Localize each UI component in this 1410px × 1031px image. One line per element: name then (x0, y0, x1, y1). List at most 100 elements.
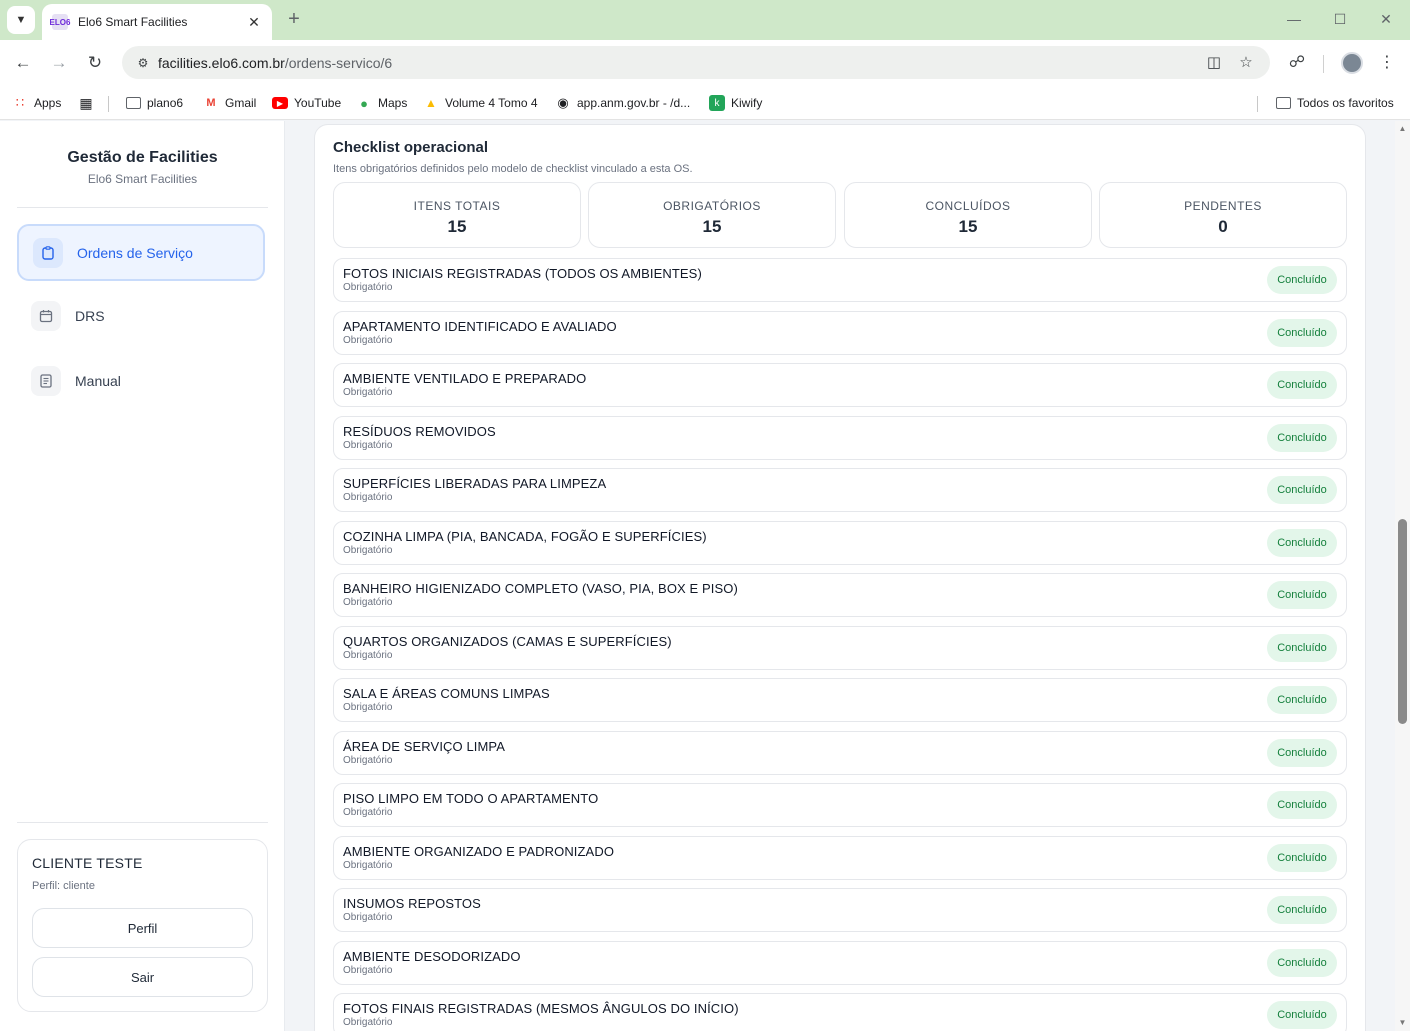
checklist-item: INSUMOS REPOSTOS Obrigatório Concluído (333, 888, 1347, 932)
checklist-item: BANHEIRO HIGIENIZADO COMPLETO (VASO, PIA… (333, 573, 1347, 617)
bookmark-gmail[interactable]: M Gmail (203, 93, 256, 113)
sidebar-item-manual[interactable]: Manual (17, 352, 265, 409)
back-arrow-icon[interactable]: ← (11, 51, 35, 75)
youtube-icon: ▶ (272, 97, 288, 109)
kiwify-icon: k (709, 95, 725, 111)
bookmark-volume4[interactable]: ▲ Volume 4 Tomo 4 (423, 93, 538, 113)
bookmark-star-icon[interactable]: ☆ (1236, 53, 1256, 73)
tab-groups-button[interactable]: ▦ (78, 93, 100, 113)
checklist-item: AMBIENTE VENTILADO E PREPARADO Obrigatór… (333, 363, 1347, 407)
status-badge: Concluído (1267, 581, 1337, 609)
tab-search-button[interactable]: ▼ (7, 6, 35, 34)
checklist-item: AMBIENTE DESODORIZADO Obrigatório Conclu… (333, 941, 1347, 985)
checklist-item-subtitle: Obrigatório (343, 860, 393, 871)
page-scrollbar[interactable]: ▲ ▼ (1395, 121, 1410, 1031)
stat-value: 15 (447, 217, 467, 236)
checklist-item-subtitle: Obrigatório (343, 282, 393, 293)
checklist-item-title: SALA E ÁREAS COMUNS LIMPAS (343, 686, 550, 701)
bookmark-label: Gmail (225, 96, 257, 110)
status-badge: Concluído (1267, 686, 1337, 714)
browser-toolbar: ← → ↻ ⚙ facilities.elo6.com.br/ordens-se… (0, 40, 1410, 86)
sidebar-item-label: DRS (75, 307, 105, 324)
calendar-icon (31, 300, 61, 331)
page: Gestão de Facilities Elo6 Smart Faciliti… (0, 121, 1410, 1031)
bookmarks-divider (1257, 96, 1258, 112)
bookmark-label: Kiwify (731, 96, 763, 110)
checklist-item: SUPERFÍCIES LIBERADAS PARA LIMPEZA Obrig… (333, 468, 1347, 512)
status-badge: Concluído (1267, 266, 1337, 294)
bookmark-anm[interactable]: ◉ app.anm.gov.br - /d... (555, 93, 690, 113)
install-app-icon[interactable]: ◫ (1204, 53, 1224, 73)
bookmark-label: Maps (378, 96, 408, 110)
checklist-item: SALA E ÁREAS COMUNS LIMPAS Obrigatório C… (333, 678, 1347, 722)
maximize-icon[interactable]: ☐ (1330, 9, 1350, 29)
checklist-item-title: INSUMOS REPOSTOS (343, 896, 481, 911)
checklist-item-subtitle: Obrigatório (343, 545, 393, 556)
user-card: CLIENTE TESTE Perfil: cliente Perfil Sai… (17, 839, 268, 1012)
checklist-title: Checklist operacional (333, 139, 489, 156)
profile-button[interactable]: Perfil (32, 908, 253, 948)
checklist-item-subtitle: Obrigatório (343, 807, 393, 818)
checklist-item-title: QUARTOS ORGANIZADOS (CAMAS E SUPERFÍCIES… (343, 634, 672, 649)
scroll-up-icon[interactable]: ▲ (1395, 123, 1410, 135)
bookmark-apps[interactable]: ∷ Apps (12, 93, 62, 113)
url-host: facilities.elo6.com.br (158, 54, 285, 71)
sidebar-divider (17, 822, 268, 823)
browser-tab[interactable]: ELO6 Elo6 Smart Facilities ✕ (42, 4, 272, 40)
checklist-item: APARTAMENTO IDENTIFICADO E AVALIADO Obri… (333, 311, 1347, 355)
site-info-icon[interactable]: ⚙ (134, 54, 152, 72)
bookmark-label: app.anm.gov.br - /d... (577, 96, 691, 110)
drive-icon: ▲ (425, 96, 437, 110)
sidebar-item-label: Manual (75, 372, 121, 389)
close-icon[interactable]: ✕ (246, 14, 262, 31)
sidebar-item-ordens-de-servico[interactable]: Ordens de Serviço (17, 224, 265, 281)
logout-button[interactable]: Sair (32, 957, 253, 997)
bookmark-label: Apps (34, 96, 62, 110)
stat-obrigatorios: OBRIGATÓRIOS 15 (588, 182, 836, 248)
chevron-down-icon: ▼ (15, 14, 27, 26)
bookmark-label: YouTube (294, 96, 342, 110)
status-badge: Concluído (1267, 1001, 1337, 1029)
scrollbar-thumb[interactable] (1398, 519, 1407, 724)
scroll-down-icon[interactable]: ▼ (1395, 1017, 1410, 1029)
address-bar[interactable]: ⚙ facilities.elo6.com.br/ordens-servico/… (122, 46, 1270, 79)
main-content: Checklist operacional Itens obrigatórios… (285, 121, 1395, 1031)
checklist-item-title: RESÍDUOS REMOVIDOS (343, 424, 496, 439)
window-close-icon[interactable]: ✕ (1376, 9, 1396, 29)
checklist-item-subtitle: Obrigatório (343, 965, 393, 976)
bookmark-kiwify[interactable]: k Kiwify (709, 93, 762, 113)
maps-icon: ● (360, 95, 368, 111)
forward-arrow-icon[interactable]: → (47, 51, 71, 75)
user-role: Perfil: cliente (32, 880, 95, 892)
url-path: /ordens-servico/6 (284, 54, 393, 71)
profile-avatar[interactable] (1341, 52, 1363, 74)
all-bookmarks[interactable]: Todos os favoritos (1276, 93, 1394, 113)
status-badge: Concluído (1267, 476, 1337, 504)
bookmarks-divider (108, 96, 109, 112)
checklist-item-subtitle: Obrigatório (343, 597, 393, 608)
bookmark-plano6[interactable]: plano6 (126, 93, 183, 113)
bookmark-youtube[interactable]: ▶ YouTube (272, 93, 341, 113)
kebab-menu-icon[interactable]: ⋮ (1375, 51, 1399, 75)
sidebar-item-drs[interactable]: DRS (17, 287, 265, 344)
checklist-card: Checklist operacional Itens obrigatórios… (314, 124, 1366, 1031)
checklist-item: RESÍDUOS REMOVIDOS Obrigatório Concluído (333, 416, 1347, 460)
tab-title: Elo6 Smart Facilities (78, 15, 188, 29)
new-tab-button[interactable]: + (284, 8, 304, 32)
bookmark-label: Volume 4 Tomo 4 (445, 96, 538, 110)
status-badge: Concluído (1267, 634, 1337, 662)
status-badge: Concluído (1267, 791, 1337, 819)
checklist-item-title: COZINHA LIMPA (PIA, BANCADA, FOGÃO E SUP… (343, 529, 707, 544)
sidebar-divider (17, 207, 268, 208)
globe-icon: ◉ (557, 95, 569, 110)
status-badge: Concluído (1267, 739, 1337, 767)
sidebar-item-label: Ordens de Serviço (77, 244, 193, 261)
reload-icon[interactable]: ↻ (83, 51, 107, 75)
extensions-icon[interactable]: ☍ (1285, 51, 1309, 75)
status-badge: Concluído (1267, 844, 1337, 872)
checklist-item-title: AMBIENTE ORGANIZADO E PADRONIZADO (343, 844, 615, 859)
bookmark-maps[interactable]: ● Maps (356, 93, 407, 113)
checklist-item-subtitle: Obrigatório (343, 702, 393, 713)
minimize-icon[interactable]: — (1284, 9, 1304, 29)
checklist-item: FOTOS INICIAIS REGISTRADAS (TODOS OS AMB… (333, 258, 1347, 302)
